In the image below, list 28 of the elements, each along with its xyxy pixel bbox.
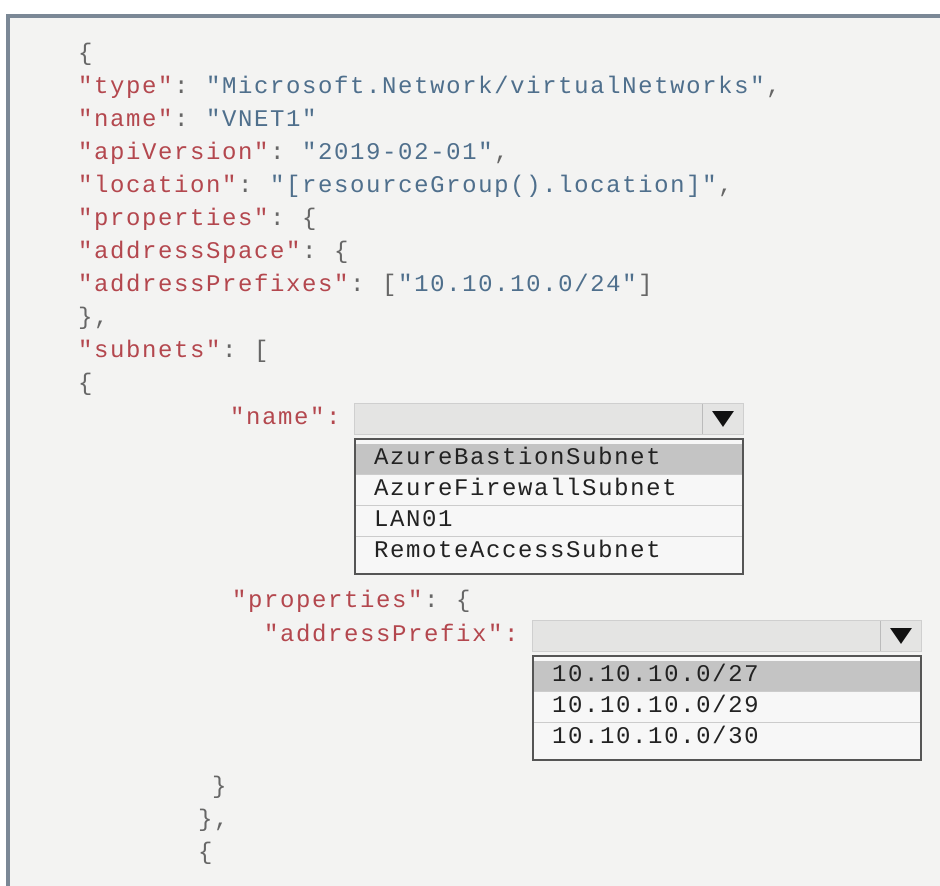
- dropdown-option[interactable]: AzureFirewallSubnet: [356, 475, 742, 506]
- code-line: "addressPrefixes": ["10.10.10.0/24"]: [78, 271, 654, 301]
- code-line: "subnets": [: [78, 337, 270, 367]
- code-line: "location": "[resourceGroup().location]",: [78, 172, 734, 202]
- code-line: "addressSpace": {: [78, 238, 350, 268]
- dropdown-option[interactable]: 10.10.10.0/27: [534, 661, 920, 692]
- dropdown-option[interactable]: 10.10.10.0/29: [534, 692, 920, 723]
- dropdown-option[interactable]: AzureBastionSubnet: [356, 444, 742, 475]
- code-line: "name": "VNET1": [78, 106, 318, 136]
- caret-icon: [890, 628, 912, 644]
- code-line: "properties": {: [232, 587, 472, 617]
- code-line: "properties": {: [78, 205, 318, 235]
- dropdown-option[interactable]: 10.10.10.0/30: [534, 723, 920, 753]
- code-line: {: [198, 839, 214, 869]
- code-line: "addressPrefix":: [264, 621, 520, 651]
- code-line: {: [78, 370, 94, 400]
- code-line: "apiVersion": "2019-02-01",: [78, 139, 510, 169]
- code-line: {: [78, 40, 94, 70]
- code-line: "name":: [230, 404, 342, 434]
- code-line: "type": "Microsoft.Network/virtualNetworks",: [78, 73, 782, 103]
- caret-icon: [712, 411, 734, 427]
- code-line: }: [212, 773, 228, 803]
- dropdown-option[interactable]: RemoteAccessSubnet: [356, 537, 742, 567]
- dropdown-field[interactable]: [354, 403, 744, 435]
- dropdown-option[interactable]: LAN01: [356, 506, 742, 537]
- code-line: },: [198, 806, 230, 836]
- dropdown-field[interactable]: [532, 620, 922, 652]
- code-line: },: [78, 304, 110, 334]
